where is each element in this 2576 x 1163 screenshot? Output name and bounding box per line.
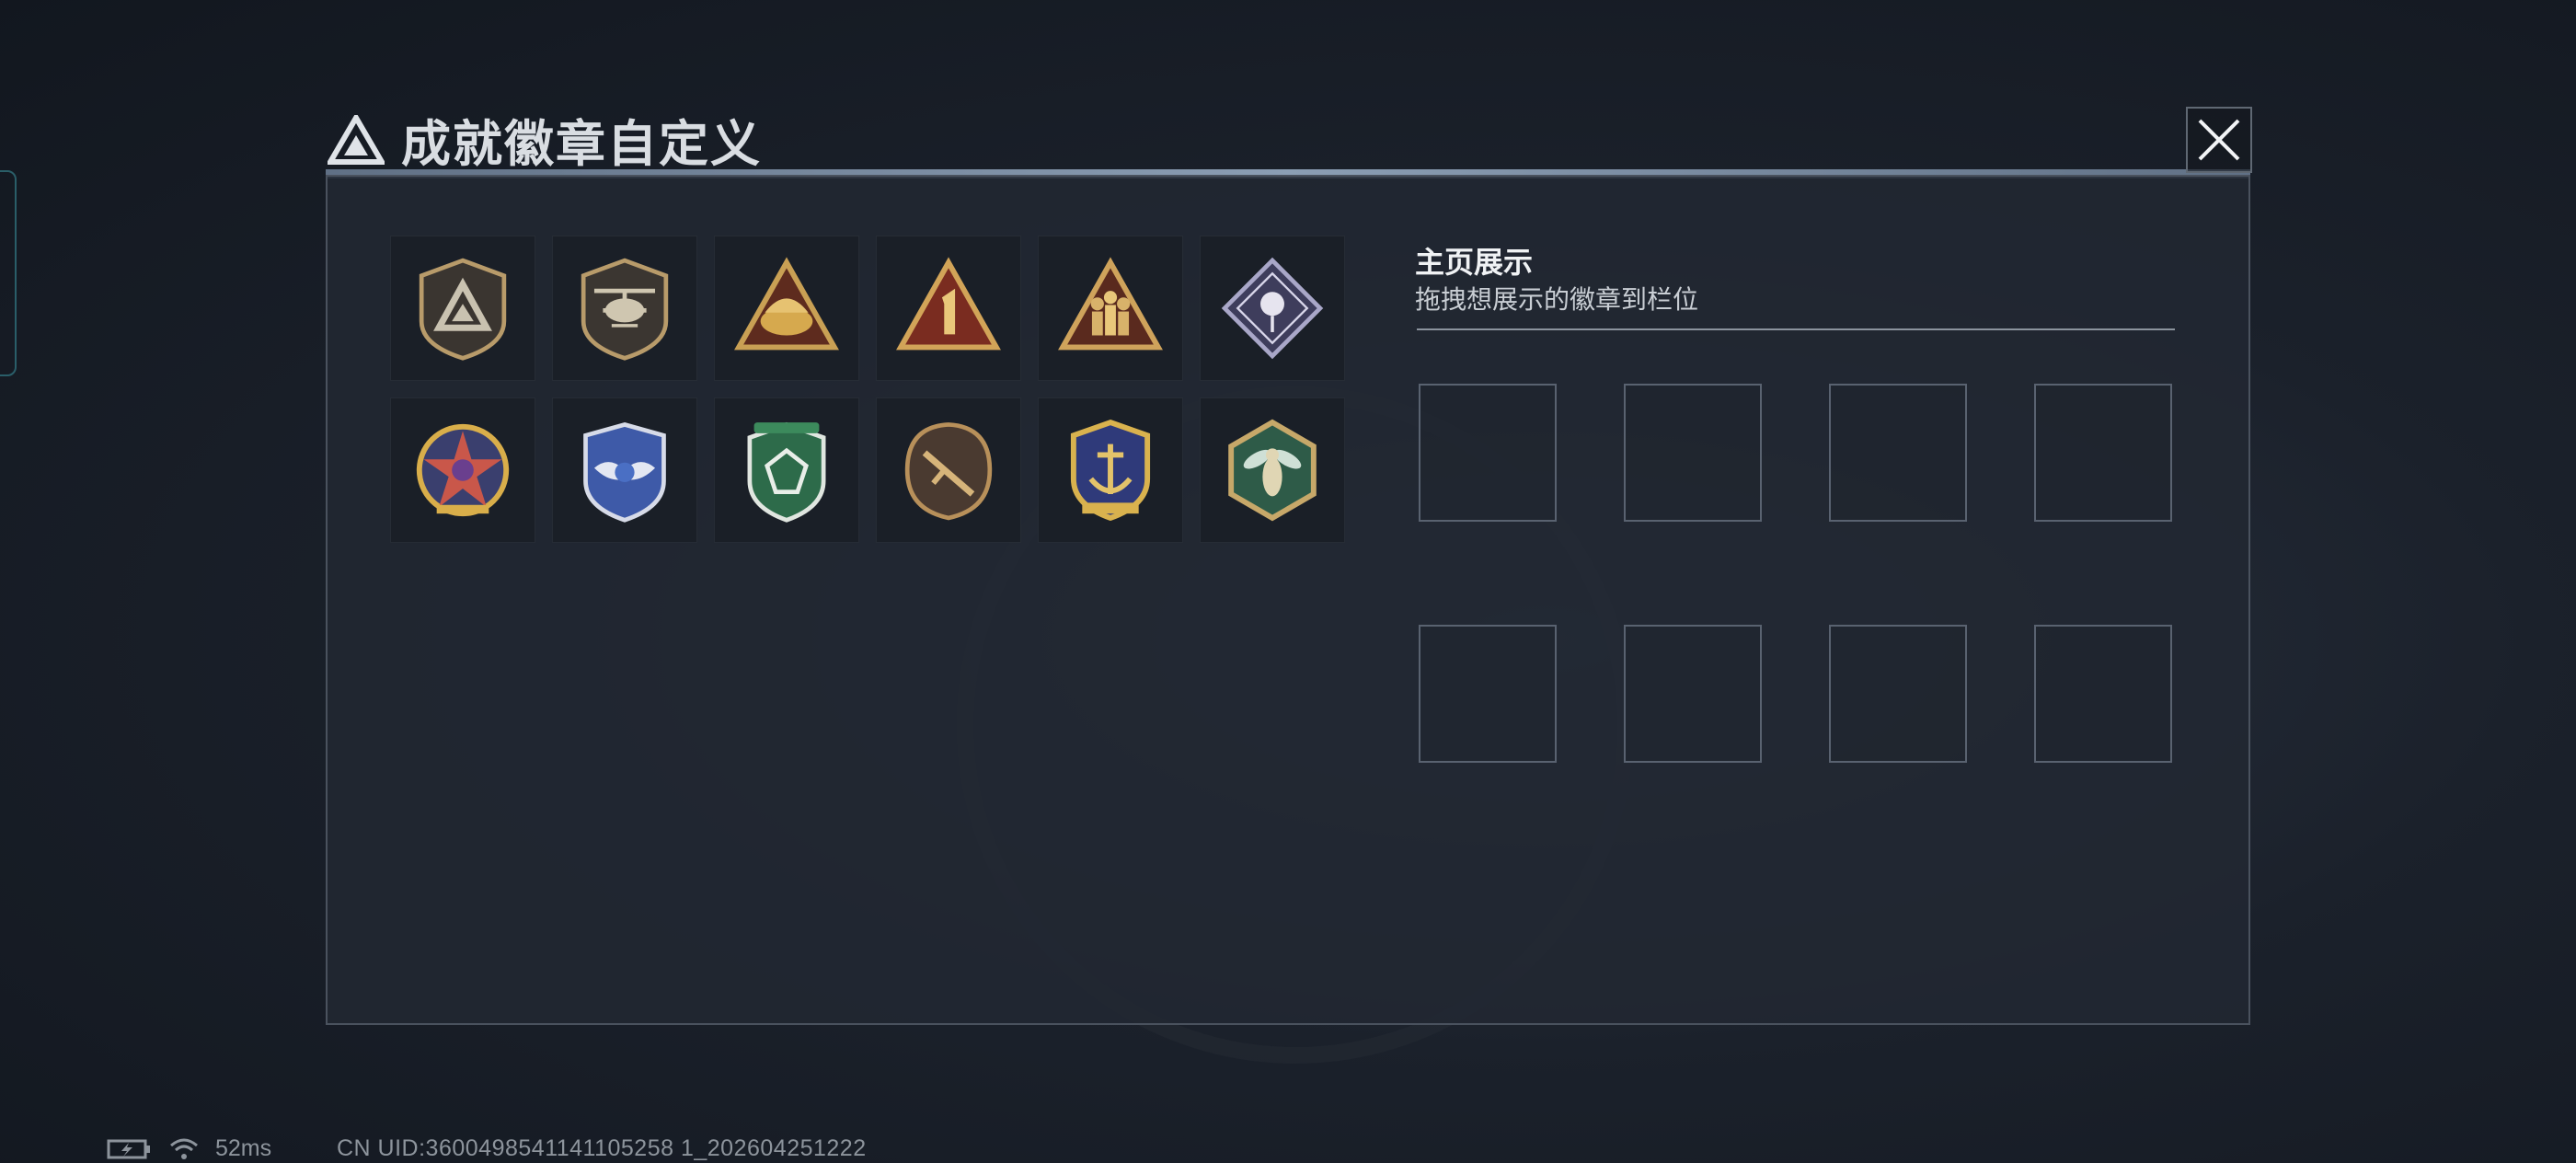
green-gem-shield-badge-icon: [747, 421, 826, 523]
badge-slot-green-gem-shield[interactable]: [714, 397, 859, 543]
badge-slot-blue-wings[interactable]: [552, 397, 697, 543]
badge-slot-wasp-hexagon[interactable]: [1200, 397, 1345, 543]
wasp-hexagon-badge-icon: [1228, 419, 1317, 522]
gold-anchor-crest-badge-icon: [1070, 419, 1151, 522]
badge-slot-gold-anchor-crest[interactable]: [1038, 397, 1183, 543]
number-one-triangle-badge-icon: [896, 257, 1001, 351]
dialog-title: 成就徽章自定义: [401, 117, 762, 172]
showcase-slot-4[interactable]: [2034, 384, 2172, 522]
bread-triangle-badge-icon: [734, 257, 839, 351]
badge-inventory-grid: [390, 236, 1345, 543]
badge-slot-rose-diamond[interactable]: [1200, 236, 1345, 381]
ping-readout: 52ms: [215, 1135, 272, 1161]
badge-slot-helicopter-shield[interactable]: [552, 236, 697, 381]
showcase-title: 主页展示: [1415, 246, 1534, 279]
badge-slot-star-crest[interactable]: [390, 397, 535, 543]
triangle-shield-badge-icon: [419, 258, 507, 361]
dialog-header: 成就徽章自定义: [328, 103, 762, 176]
showcase-slot-5[interactable]: [1419, 625, 1557, 763]
user-id-text: CN UID:3600498541141105258 1_20260425122…: [337, 1135, 867, 1161]
triangle-logo-icon: [328, 114, 385, 165]
system-status-bar: 52ms: [107, 1135, 271, 1162]
side-tab[interactable]: [0, 170, 17, 376]
showcase-slot-8[interactable]: [2034, 625, 2172, 763]
star-crest-badge-icon: [416, 423, 510, 517]
rifle-round-shield-badge-icon: [904, 422, 993, 521]
showcase-slot-6[interactable]: [1624, 625, 1762, 763]
battery-icon: [107, 1139, 150, 1158]
close-button[interactable]: [2186, 107, 2252, 173]
badge-slot-bread-triangle[interactable]: [714, 236, 859, 381]
blue-wings-badge-icon: [583, 421, 666, 523]
showcase-slot-3[interactable]: [1829, 384, 1967, 522]
showcase-subtitle: 拖拽想展示的徽章到栏位: [1415, 285, 1699, 314]
badge-slot-triangle-shield[interactable]: [390, 236, 535, 381]
showcase-slot-grid: [1419, 384, 2172, 763]
soldiers-triangle-badge-icon: [1058, 257, 1163, 351]
helicopter-shield-badge-icon: [581, 258, 669, 361]
badge-slot-soldiers-triangle[interactable]: [1038, 236, 1183, 381]
showcase-slot-7[interactable]: [1829, 625, 1967, 763]
showcase-slot-2[interactable]: [1624, 384, 1762, 522]
badge-slot-number-one-triangle[interactable]: [876, 236, 1021, 381]
showcase-divider: [1417, 328, 2175, 330]
rose-diamond-badge-icon: [1221, 257, 1324, 360]
wifi-icon: [170, 1138, 198, 1159]
close-icon: [2198, 119, 2240, 161]
badge-slot-rifle-round-shield[interactable]: [876, 397, 1021, 543]
showcase-slot-1[interactable]: [1419, 384, 1557, 522]
